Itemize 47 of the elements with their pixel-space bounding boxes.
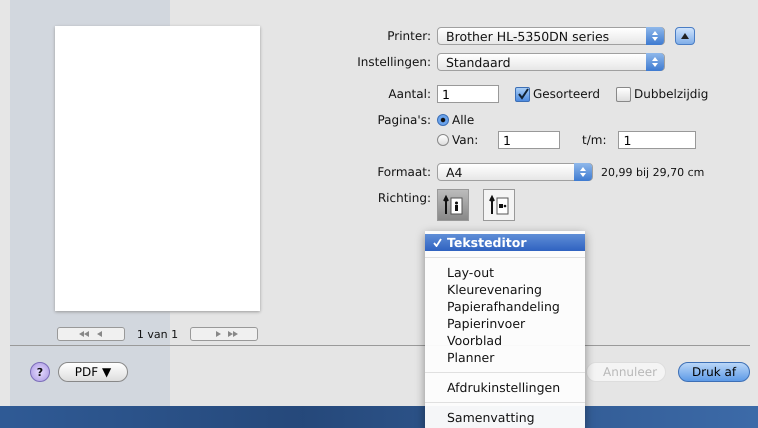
copies-label: Aantal: bbox=[387, 86, 431, 103]
landscape-button[interactable] bbox=[483, 189, 515, 221]
menu-item[interactable]: Samenvatting bbox=[425, 409, 585, 426]
two-sided-label: Dubbelzijdig bbox=[634, 87, 708, 101]
paper-size-popup[interactable]: A4 bbox=[437, 163, 593, 181]
portrait-button[interactable] bbox=[437, 189, 469, 221]
menu-item[interactable]: Papierafhandeling bbox=[425, 298, 585, 315]
help-button[interactable]: ? bbox=[30, 362, 50, 382]
menu-item[interactable]: Papierinvoer bbox=[425, 315, 585, 332]
up-down-arrows-icon bbox=[652, 57, 658, 67]
pages-label: Pagina's: bbox=[376, 112, 431, 129]
radio-label: Van: bbox=[452, 133, 480, 147]
radio-button[interactable] bbox=[437, 134, 449, 146]
page-counter: 1 van 1 bbox=[136, 328, 178, 340]
paper-dimensions: 20,99 bij 29,70 cm bbox=[601, 166, 704, 178]
presets-label: Instellingen: bbox=[356, 54, 431, 71]
orientation-label: Richting: bbox=[376, 190, 431, 207]
up-triangle-icon bbox=[681, 33, 689, 39]
landscape-page-icon bbox=[488, 194, 510, 216]
printer-label: Printer: bbox=[386, 28, 431, 45]
to-page-field[interactable]: 1 bbox=[618, 131, 696, 149]
from-page-field[interactable]: 1 bbox=[498, 131, 560, 149]
printer-popup[interactable]: Brother HL-5350DN series bbox=[437, 27, 665, 45]
menu-item[interactable]: Lay-out bbox=[425, 264, 585, 281]
radio-button[interactable] bbox=[437, 114, 449, 126]
print-button[interactable]: Druk af bbox=[678, 362, 750, 382]
previous-page-buttons[interactable] bbox=[56, 327, 125, 341]
to-page-label: t/m: bbox=[582, 133, 606, 147]
copies-field[interactable]: 1 bbox=[437, 85, 499, 103]
menu-item[interactable]: Afdrukinstellingen bbox=[425, 379, 585, 396]
menu-item[interactable]: Teksteditor bbox=[425, 234, 585, 251]
menu-item[interactable]: Kleurevenaring bbox=[425, 281, 585, 298]
two-sided-checkbox[interactable] bbox=[616, 86, 632, 102]
paper-size-label: Formaat: bbox=[376, 164, 431, 181]
next-page-buttons[interactable] bbox=[190, 327, 258, 341]
menu-item[interactable]: Planner bbox=[425, 349, 585, 366]
collapse-button[interactable] bbox=[675, 27, 695, 45]
checkmark-icon bbox=[433, 238, 442, 247]
pdf-button[interactable]: PDF ▼ bbox=[58, 362, 128, 382]
up-down-arrows-icon bbox=[580, 167, 586, 177]
collated-label: Gesorteerd bbox=[533, 87, 600, 101]
up-down-arrows-icon bbox=[652, 31, 658, 41]
portrait-page-icon bbox=[442, 194, 464, 216]
radio-label: Alle bbox=[452, 113, 476, 127]
presets-popup[interactable]: Standaard bbox=[437, 53, 665, 71]
menu-item[interactable]: Voorblad bbox=[425, 332, 585, 349]
collated-checkbox[interactable] bbox=[515, 86, 530, 102]
